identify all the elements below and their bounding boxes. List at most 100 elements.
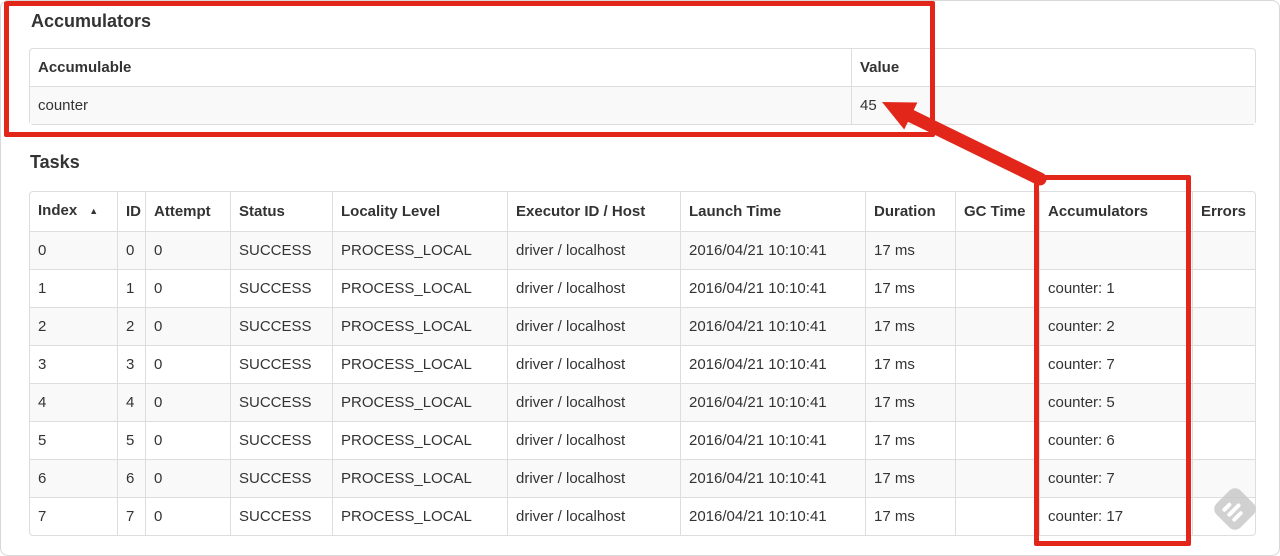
table-cell bbox=[955, 345, 1039, 383]
table-cell: 17 ms bbox=[865, 307, 955, 345]
header-locality-level[interactable]: Locality Level bbox=[332, 192, 507, 231]
table-cell: driver / localhost bbox=[507, 383, 680, 421]
table-cell: 17 ms bbox=[865, 459, 955, 497]
table-cell: counter: 1 bbox=[1039, 269, 1192, 307]
table-cell: SUCCESS bbox=[230, 345, 332, 383]
header-status[interactable]: Status bbox=[230, 192, 332, 231]
table-cell: 0 bbox=[145, 269, 230, 307]
table-cell: 2016/04/21 10:10:41 bbox=[680, 269, 865, 307]
tasks-section-title: Tasks bbox=[30, 152, 80, 172]
header-index[interactable]: Index ▲ bbox=[30, 192, 117, 231]
table-cell: 17 ms bbox=[865, 497, 955, 535]
table-cell: 0 bbox=[145, 383, 230, 421]
table-cell: 2 bbox=[30, 307, 117, 345]
accumulators-table-body: counter 45 bbox=[30, 86, 1255, 124]
table-cell: 17 ms bbox=[865, 269, 955, 307]
header-gc-time[interactable]: GC Time bbox=[955, 192, 1039, 231]
table-cell: SUCCESS bbox=[230, 383, 332, 421]
table-cell bbox=[1192, 459, 1255, 497]
table-cell: 0 bbox=[30, 231, 117, 269]
header-executor-id-host[interactable]: Executor ID / Host bbox=[507, 192, 680, 231]
header-id[interactable]: ID bbox=[117, 192, 145, 231]
table-cell: counter: 5 bbox=[1039, 383, 1192, 421]
header-accumulators[interactable]: Accumulators bbox=[1039, 192, 1192, 231]
table-cell: 0 bbox=[145, 421, 230, 459]
table-row: counter 45 bbox=[30, 86, 1255, 124]
tasks-table: Index ▲ ID Attempt Status Locality Level … bbox=[29, 191, 1256, 536]
table-cell: 7 bbox=[117, 497, 145, 535]
table-cell: 6 bbox=[117, 459, 145, 497]
table-row: 4 4 0 SUCCESS PROCESS_LOCAL driver / localhos… bbox=[30, 383, 1255, 421]
header-index-label: Index bbox=[38, 202, 78, 219]
table-cell: driver / localhost bbox=[507, 307, 680, 345]
table-cell: SUCCESS bbox=[230, 307, 332, 345]
table-cell: counter: 17 bbox=[1039, 497, 1192, 535]
table-cell bbox=[955, 497, 1039, 535]
tasks-table-header: Index ▲ ID Attempt Status Locality Level … bbox=[30, 192, 1255, 231]
table-cell: 4 bbox=[30, 383, 117, 421]
table-cell: 1 bbox=[117, 269, 145, 307]
table-cell: driver / localhost bbox=[507, 459, 680, 497]
table-row: 7 7 0 SUCCESS PROCESS_LOCAL driver / localhos… bbox=[30, 497, 1255, 535]
table-cell: 0 bbox=[145, 345, 230, 383]
table-header-row: Accumulable Value bbox=[30, 49, 1255, 86]
table-cell: PROCESS_LOCAL bbox=[332, 231, 507, 269]
table-cell: counter: 7 bbox=[1039, 459, 1192, 497]
table-cell: 2016/04/21 10:10:41 bbox=[680, 383, 865, 421]
table-cell: counter: 2 bbox=[1039, 307, 1192, 345]
sort-ascending-icon: ▲ bbox=[89, 206, 99, 216]
table-cell: 0 bbox=[145, 459, 230, 497]
header-duration[interactable]: Duration bbox=[865, 192, 955, 231]
table-cell bbox=[955, 383, 1039, 421]
table-cell: 0 bbox=[145, 497, 230, 535]
table-row: 0 0 0 SUCCESS PROCESS_LOCAL driver / localhos… bbox=[30, 231, 1255, 269]
header-accumulable[interactable]: Accumulable bbox=[30, 49, 851, 86]
table-header-row: Index ▲ ID Attempt Status Locality Level … bbox=[30, 192, 1255, 231]
table-cell: 2016/04/21 10:10:41 bbox=[680, 421, 865, 459]
table-cell: PROCESS_LOCAL bbox=[332, 459, 507, 497]
table-cell bbox=[955, 421, 1039, 459]
accumulators-table-header: Accumulable Value bbox=[30, 49, 1255, 86]
table-cell: 2016/04/21 10:10:41 bbox=[680, 459, 865, 497]
table-cell: 2016/04/21 10:10:41 bbox=[680, 231, 865, 269]
header-errors[interactable]: Errors bbox=[1192, 192, 1255, 231]
table-cell bbox=[1192, 497, 1255, 535]
spark-ui-page: Accumulators Accumulable Value counter 45… bbox=[0, 0, 1280, 556]
table-cell: 0 bbox=[145, 307, 230, 345]
table-cell: 17 ms bbox=[865, 383, 955, 421]
table-cell: SUCCESS bbox=[230, 421, 332, 459]
table-cell: PROCESS_LOCAL bbox=[332, 421, 507, 459]
table-cell: driver / localhost bbox=[507, 345, 680, 383]
table-cell: 2016/04/21 10:10:41 bbox=[680, 497, 865, 535]
table-row: 2 2 0 SUCCESS PROCESS_LOCAL driver / localhos… bbox=[30, 307, 1255, 345]
table-cell: 2016/04/21 10:10:41 bbox=[680, 307, 865, 345]
table-cell: driver / localhost bbox=[507, 421, 680, 459]
table-row: 5 5 0 SUCCESS PROCESS_LOCAL driver / localhos… bbox=[30, 421, 1255, 459]
table-cell: SUCCESS bbox=[230, 497, 332, 535]
table-cell: PROCESS_LOCAL bbox=[332, 345, 507, 383]
table-cell: SUCCESS bbox=[230, 231, 332, 269]
table-cell bbox=[955, 231, 1039, 269]
annotation-arrow-shaft bbox=[904, 109, 1047, 186]
table-cell bbox=[1192, 383, 1255, 421]
header-attempt[interactable]: Attempt bbox=[145, 192, 230, 231]
table-cell: 5 bbox=[117, 421, 145, 459]
table-cell bbox=[1192, 269, 1255, 307]
table-cell: 7 bbox=[30, 497, 117, 535]
table-cell: 1 bbox=[30, 269, 117, 307]
tasks-table-body: 0 0 0 SUCCESS PROCESS_LOCAL driver / localhos… bbox=[30, 231, 1255, 535]
table-cell: counter: 7 bbox=[1039, 345, 1192, 383]
table-cell: 0 bbox=[117, 231, 145, 269]
table-cell: PROCESS_LOCAL bbox=[332, 383, 507, 421]
table-cell: 2 bbox=[117, 307, 145, 345]
header-value[interactable]: Value bbox=[851, 49, 1255, 86]
table-cell: 17 ms bbox=[865, 421, 955, 459]
table-cell bbox=[955, 307, 1039, 345]
table-cell: counter: 6 bbox=[1039, 421, 1192, 459]
table-cell bbox=[1192, 345, 1255, 383]
table-cell: 3 bbox=[117, 345, 145, 383]
table-cell: 17 ms bbox=[865, 231, 955, 269]
header-launch-time[interactable]: Launch Time bbox=[680, 192, 865, 231]
table-cell: 5 bbox=[30, 421, 117, 459]
table-cell: driver / localhost bbox=[507, 269, 680, 307]
